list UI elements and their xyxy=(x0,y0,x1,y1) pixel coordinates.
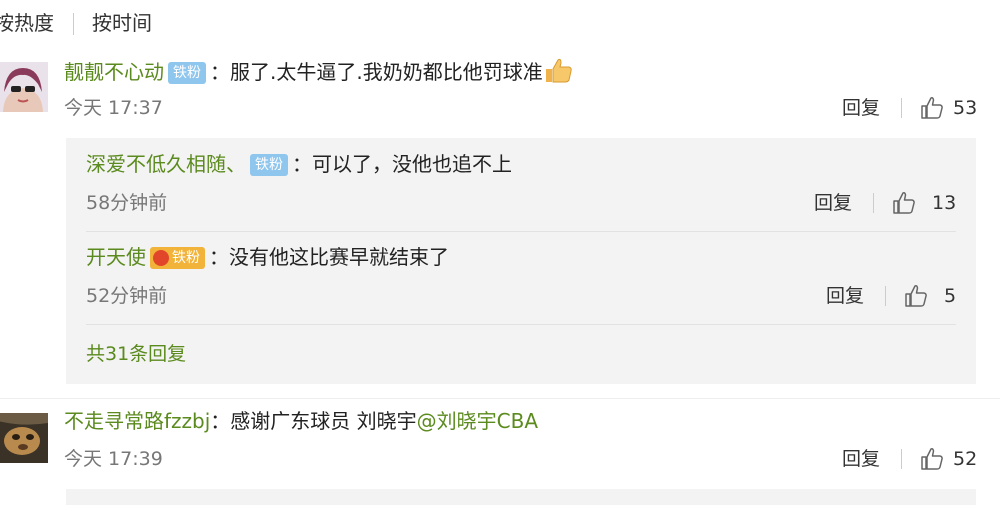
reply-username[interactable]: 开天使 xyxy=(86,245,146,269)
fan-badge: 铁粉 xyxy=(168,62,206,84)
thumbs-up-emoji-icon xyxy=(543,57,573,83)
avatar[interactable] xyxy=(0,62,48,112)
like-count: 53 xyxy=(953,97,978,119)
fan-badge-gold: 铁粉 xyxy=(150,247,205,269)
comment-divider xyxy=(0,398,1000,399)
crown-icon xyxy=(153,250,169,266)
like-count: 52 xyxy=(953,448,978,470)
reply-username[interactable]: 深爱不低久相随、 xyxy=(86,152,246,176)
reply-body: 开天使 铁粉 ：没有他这比赛早就结束了 xyxy=(86,244,449,270)
sort-separator xyxy=(73,13,74,35)
sort-bar: 按热度 按时间 xyxy=(0,0,1000,46)
replies-panel xyxy=(66,489,976,505)
like-thumb-icon[interactable] xyxy=(920,96,944,120)
like-thumb-icon[interactable] xyxy=(904,284,928,308)
action-separator xyxy=(885,286,886,306)
like-count: 13 xyxy=(932,192,957,214)
action-separator xyxy=(901,98,902,118)
comment-text: ：感谢广东球员 刘晓宇 xyxy=(210,409,417,433)
comment-text: ：服了.太牛逼了.我奶奶都比他罚球准 xyxy=(210,60,543,84)
reply-divider xyxy=(86,231,956,232)
comment-body: 不走寻常路fzzbj：感谢广东球员 刘晓宇@刘晓宇CBA xyxy=(64,408,538,434)
reply-divider xyxy=(86,324,956,325)
like-thumb-icon[interactable] xyxy=(892,191,916,215)
reply-text: ：没有他这比赛早就结束了 xyxy=(209,245,449,269)
sort-by-hot-tab[interactable]: 按热度 xyxy=(0,10,54,36)
reply-time: 52分钟前 xyxy=(86,285,168,307)
comment-body: 靓靓不心动 铁粉 ：服了.太牛逼了.我奶奶都比他罚球准 xyxy=(64,57,573,85)
reply-time: 58分钟前 xyxy=(86,192,168,214)
reply-text: ：可以了，没他也追不上 xyxy=(292,152,512,176)
like-thumb-icon[interactable] xyxy=(920,447,944,471)
mention-link[interactable]: @刘晓宇CBA xyxy=(417,409,538,433)
reply-button[interactable]: 回复 xyxy=(842,96,880,120)
reply-button[interactable]: 回复 xyxy=(826,284,864,308)
comment-time: 今天 17:39 xyxy=(64,448,163,470)
action-separator xyxy=(901,449,902,469)
fan-badge-label: 铁粉 xyxy=(172,250,200,266)
fan-badge: 铁粉 xyxy=(250,154,288,176)
comment-username[interactable]: 不走寻常路fzzbj xyxy=(64,409,210,433)
view-all-replies-link[interactable]: 共31条回复 xyxy=(86,342,186,366)
comment-time: 今天 17:37 xyxy=(64,97,163,119)
action-separator xyxy=(873,193,874,213)
like-count: 5 xyxy=(944,285,957,307)
sort-by-time-tab[interactable]: 按时间 xyxy=(92,10,152,36)
reply-button[interactable]: 回复 xyxy=(814,191,852,215)
replies-panel: 深爱不低久相随、 铁粉 ：可以了，没他也追不上 58分钟前 回复 13 开天使 铁粉：… xyxy=(66,138,976,384)
reply-body: 深爱不低久相随、 铁粉 ：可以了，没他也追不上 xyxy=(86,151,512,177)
reply-button[interactable]: 回复 xyxy=(842,447,880,471)
comment-username[interactable]: 靓靓不心动 xyxy=(64,60,164,84)
avatar[interactable] xyxy=(0,413,48,463)
